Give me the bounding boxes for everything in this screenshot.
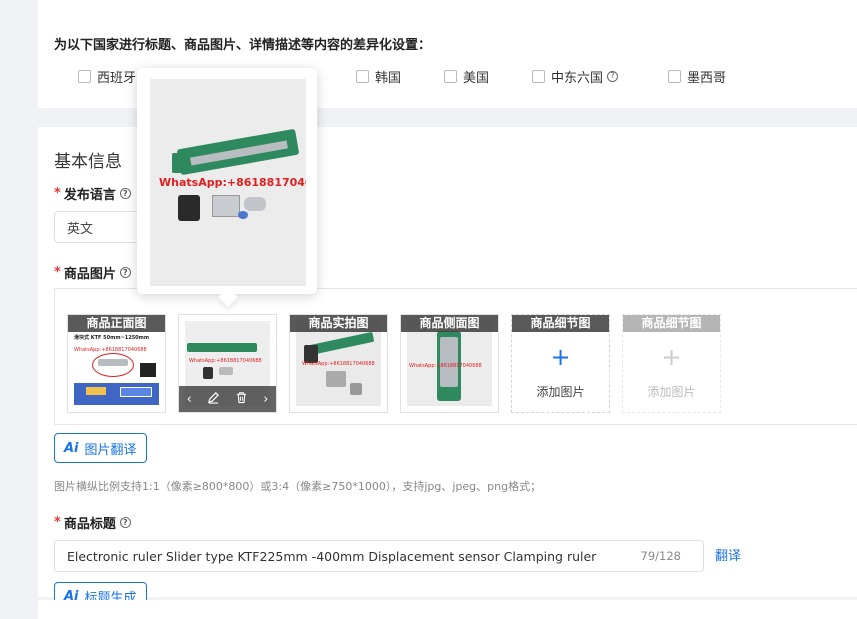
country-checkbox-usa[interactable]: 美国 <box>444 66 489 86</box>
slot-tag: 商品实拍图 <box>290 315 387 332</box>
watermark-text: WhatsApp:+8618817040688 <box>159 176 306 189</box>
logo-badge <box>140 363 156 377</box>
char-counter: 79/128 <box>640 549 681 563</box>
product-thumbnail: 滑块式 KTF 50mm~1250mm WhatsApp:+8618817040… <box>74 321 159 406</box>
edit-icon[interactable] <box>207 391 220 408</box>
required-mark: * <box>54 265 61 280</box>
checkbox[interactable] <box>356 69 369 83</box>
country-settings-heading: 为以下国家进行标题、商品图片、详情描述等内容的差异化设置： <box>54 38 432 53</box>
images-label: * 商品图片 ? <box>54 263 131 282</box>
add-image-label: 添加图片 <box>647 385 696 399</box>
next-icon[interactable]: › <box>263 392 268 407</box>
image-translate-button[interactable]: Ai 图片翻译 <box>54 433 147 463</box>
checkbox[interactable] <box>532 69 545 83</box>
connector-part <box>178 195 200 221</box>
prev-icon[interactable]: ‹ <box>187 392 192 407</box>
next-card <box>38 600 857 619</box>
required-mark: * <box>54 515 61 530</box>
ai-logo-icon: Ai <box>64 440 79 456</box>
required-mark: * <box>54 186 61 201</box>
basic-info-title: 基本信息 <box>54 152 122 172</box>
plus-icon: + <box>661 343 682 371</box>
question-circle-icon[interactable]: ? <box>119 188 131 199</box>
country-checkbox-korea[interactable]: 韩国 <box>356 66 401 86</box>
slot-tag: 商品正面图 <box>68 315 165 332</box>
checkbox[interactable] <box>444 69 457 83</box>
image-slot-side[interactable]: WhatsApp:+8618817040688 商品侧面图 <box>400 314 499 413</box>
slot-tag: 商品细节图 <box>623 315 720 332</box>
preview-image: WhatsApp:+8618817040688 <box>150 79 306 286</box>
checkbox[interactable] <box>78 69 91 83</box>
title-translate-link[interactable]: 翻译 <box>715 545 741 564</box>
image-upload-area: 滑块式 KTF 50mm~1250mm WhatsApp:+8618817040… <box>54 288 857 425</box>
question-circle-icon[interactable]: ? <box>119 267 131 278</box>
question-circle-icon[interactable]: ? <box>607 70 619 82</box>
product-title-input[interactable]: Electronic ruler Slider type KTF225mm -4… <box>54 540 704 572</box>
image-slot-2[interactable]: WhatsApp:+8618817040688 ‹ › <box>178 314 277 413</box>
country-checkbox-middle-east[interactable]: 中东六国 ? <box>532 66 619 86</box>
image-preview-popover: WhatsApp:+8618817040688 <box>137 68 317 294</box>
slot-tag: 商品侧面图 <box>401 315 498 332</box>
delete-icon[interactable] <box>235 391 248 408</box>
image-slot-front[interactable]: 滑块式 KTF 50mm~1250mm WhatsApp:+8618817040… <box>67 314 166 413</box>
image-hover-toolbar: ‹ › <box>179 386 276 412</box>
product-thumbnail: WhatsApp:+8618817040688 <box>296 321 381 406</box>
plus-icon[interactable]: + <box>512 345 609 369</box>
product-thumbnail: WhatsApp:+8618817040688 <box>407 321 492 406</box>
question-circle-icon[interactable]: ? <box>119 517 131 528</box>
language-label: * 发布语言 ? <box>54 184 131 203</box>
image-slot-real[interactable]: WhatsApp:+8618817040688 商品实拍图 <box>289 314 388 413</box>
image-slot-detail-add[interactable]: 商品细节图 + 添加图片 <box>511 314 610 413</box>
image-hint: 图片横纵比例支持1:1（像素≥800*800）或3:4（像素≥750*1000）… <box>54 480 542 493</box>
product-title-label: * 商品标题 ? <box>54 513 131 532</box>
checkbox[interactable] <box>668 69 681 83</box>
add-image-label: 添加图片 <box>536 385 585 399</box>
slot-tag: 商品细节图 <box>512 315 609 332</box>
image-slot-detail-disabled: 商品细节图 + 添加图片 <box>622 314 721 413</box>
country-checkbox-mexico[interactable]: 墨西哥 <box>668 66 726 86</box>
country-checkbox-spain[interactable]: 西班牙 <box>78 66 136 86</box>
